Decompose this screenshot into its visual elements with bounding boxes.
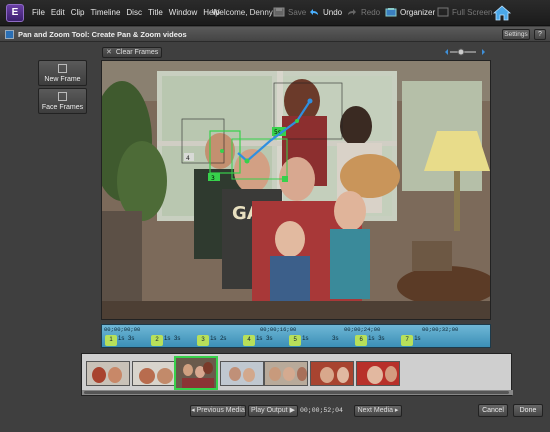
- timeline-duration-label: 3s: [332, 336, 339, 342]
- window-title: Pan and Zoom Tool: Create Pan & Zoom vid…: [18, 30, 187, 39]
- media-thumbnail[interactable]: [264, 361, 308, 386]
- app-logo-icon: E: [6, 4, 24, 22]
- fullscreen-icon: [437, 7, 449, 17]
- pan-zoom-icon: [5, 30, 14, 39]
- time-label: 00;00;16;00: [260, 326, 297, 333]
- zoom-slider[interactable]: [444, 47, 486, 57]
- next-media-button[interactable]: Next Media ▸: [354, 405, 402, 417]
- clear-frames-button[interactable]: ✕ Clear Frames: [102, 47, 162, 58]
- media-thumbnail[interactable]: [356, 361, 400, 386]
- timeline-track[interactable]: 00;00;00;00 00;00;16;00 00;00;24;00 00;0…: [101, 324, 491, 348]
- time-label: 00;00;00;00: [104, 326, 141, 333]
- save-button[interactable]: Save: [273, 7, 306, 17]
- family-photo: GAP 4 3 5s: [102, 61, 490, 319]
- media-thumbnail[interactable]: [220, 361, 264, 386]
- output-timecode: 00;00;52;04: [300, 407, 343, 414]
- new-frame-button[interactable]: New Frame: [38, 60, 87, 86]
- media-filmstrip: [81, 353, 513, 396]
- chevron-left-icon: ◂: [191, 407, 195, 414]
- zoom-in-icon: [482, 49, 485, 55]
- redo-button[interactable]: Redo: [346, 7, 380, 17]
- menu-clip[interactable]: Clip: [71, 8, 85, 17]
- undo-icon: [310, 9, 318, 15]
- time-label: 00;00;24;00: [344, 326, 381, 333]
- timeline-frame-marker[interactable]: 6: [355, 335, 368, 346]
- timeline-frame-marker[interactable]: 5: [289, 335, 302, 346]
- timeline-duration-label: 1s: [256, 336, 263, 342]
- cancel-button[interactable]: Cancel: [478, 404, 508, 417]
- timeline-duration-label: 1s: [302, 336, 309, 342]
- menu-window[interactable]: Window: [169, 8, 197, 17]
- timeline-duration-label: 3s: [378, 336, 385, 342]
- media-thumbnail[interactable]: [86, 361, 130, 386]
- save-icon: [273, 7, 285, 17]
- undo-button[interactable]: Undo: [308, 7, 342, 17]
- timeline-frame-marker[interactable]: 3: [197, 335, 210, 346]
- pan-zoom-app: E File Edit Clip Timeline Disc Title Win…: [0, 0, 550, 432]
- help-button[interactable]: ?: [534, 29, 546, 40]
- main-menu: File Edit Clip Timeline Disc Title Windo…: [32, 8, 220, 17]
- play-output-button[interactable]: Play Output ▶: [248, 405, 298, 417]
- redo-icon: [348, 9, 356, 15]
- timeline-frame-marker[interactable]: 1: [105, 335, 117, 346]
- frame-label-4: 4: [186, 155, 190, 162]
- chevron-right-icon: ▸: [394, 407, 399, 414]
- timeline-duration-label: 1s: [164, 336, 171, 342]
- media-thumbnail[interactable]: [310, 361, 354, 386]
- timeline-frame-marker[interactable]: 4: [243, 335, 256, 346]
- close-icon: ✕: [106, 49, 112, 56]
- organizer-button[interactable]: Organizer: [385, 7, 435, 17]
- menu-title[interactable]: Title: [148, 8, 163, 17]
- scrollbar-knob[interactable]: [84, 391, 509, 394]
- face-frames-icon: [58, 92, 67, 101]
- timeline-duration-label: 1s: [118, 336, 125, 342]
- menu-timeline[interactable]: Timeline: [90, 8, 120, 17]
- zoom-out-icon: [445, 49, 448, 55]
- media-thumbnail-selected[interactable]: [174, 356, 218, 390]
- timeline-duration-label: 1s: [368, 336, 375, 342]
- timeline-duration-label: 3s: [174, 336, 181, 342]
- menu-edit[interactable]: Edit: [51, 8, 65, 17]
- home-icon[interactable]: [492, 4, 512, 22]
- menu-bar: E File Edit Clip Timeline Disc Title Win…: [0, 0, 550, 26]
- tool-title-bar: Pan and Zoom Tool: Create Pan & Zoom vid…: [0, 27, 550, 42]
- time-label: 00;00;32;00: [422, 326, 459, 333]
- new-frame-icon: [58, 64, 67, 73]
- photo-preview[interactable]: GAP 4 3 5s: [101, 60, 491, 320]
- fullscreen-button[interactable]: Full Screen: [437, 7, 492, 17]
- previous-media-button[interactable]: ◂ Previous Media: [190, 405, 246, 417]
- timeline-duration-label: 2s: [220, 336, 227, 342]
- timeline-duration-label: 1s: [414, 336, 421, 342]
- timeline-frame-marker[interactable]: 7: [401, 335, 414, 346]
- timeline-duration-label: 1s: [210, 336, 217, 342]
- timeline-frame-marker[interactable]: 2: [151, 335, 164, 346]
- welcome-text: Welcome, Denny: [212, 8, 273, 17]
- done-button[interactable]: Done: [513, 404, 543, 417]
- timeline-duration-label: 3s: [128, 336, 135, 342]
- timeline-duration-label: 3s: [266, 336, 273, 342]
- menu-disc[interactable]: Disc: [126, 8, 142, 17]
- media-thumbnail[interactable]: [132, 361, 176, 386]
- frame-label-3: 3: [211, 175, 215, 182]
- organizer-icon: [385, 8, 397, 17]
- play-icon: ▶: [289, 407, 295, 414]
- face-frames-button[interactable]: Face Frames: [38, 88, 87, 114]
- settings-button[interactable]: Settings: [502, 29, 530, 40]
- filmstrip-scrollbar[interactable]: [82, 390, 513, 395]
- menu-file[interactable]: File: [32, 8, 45, 17]
